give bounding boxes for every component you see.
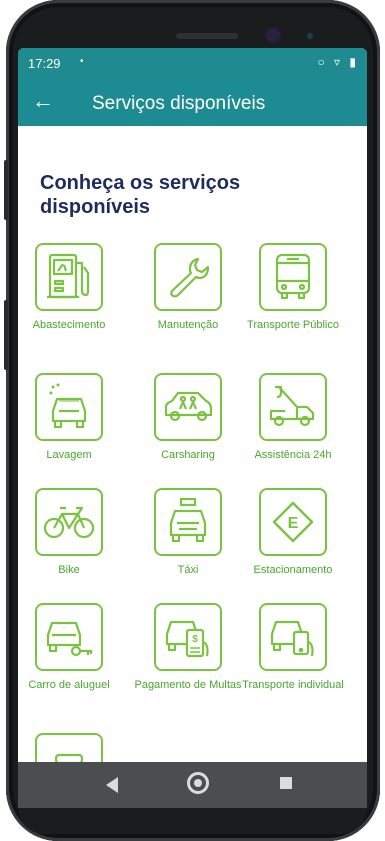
status-bar: 17:29 • ○ ▿ ▮	[18, 48, 367, 80]
service-tile-transporte-individual[interactable]: Transporte individual	[238, 603, 348, 692]
service-label: Estacionamento	[253, 564, 333, 576]
service-tile-carsharing[interactable]: Carsharing	[133, 373, 243, 462]
bottom-bezel	[18, 808, 367, 834]
status-icons: ○ ▿ ▮	[317, 55, 359, 69]
car-rental-key-icon	[35, 603, 103, 671]
android-nav-bar	[18, 762, 367, 808]
fine-payment-icon: $	[154, 603, 222, 671]
bus-icon	[259, 243, 327, 311]
service-label: Táxi	[177, 564, 199, 576]
page-title: Serviços disponíveis	[92, 93, 266, 114]
power-button	[4, 300, 8, 370]
service-tile-bike[interactable]: Bike	[18, 488, 124, 577]
service-label: Abastecimento	[32, 319, 106, 331]
service-tile-transporte-publico[interactable]: Transporte Público	[238, 243, 348, 332]
back-nav-icon[interactable]	[106, 777, 118, 793]
service-tile-carro-de-aluguel[interactable]: Carro de aluguel	[18, 603, 124, 692]
service-label: Carro de aluguel	[28, 679, 110, 691]
app-bar: ← Serviços disponíveis	[18, 80, 367, 126]
service-label: Pagamento de Multas	[134, 679, 242, 691]
service-label: Carsharing	[161, 449, 215, 461]
taxi-icon	[154, 488, 222, 556]
service-tile-assistencia-24h[interactable]: Assistência 24h	[238, 373, 348, 462]
service-label: Assistência 24h	[254, 449, 332, 461]
bicycle-icon	[35, 488, 103, 556]
parking-sign-icon: E	[259, 488, 327, 556]
service-tile-manutencao[interactable]: Manutenção	[133, 243, 243, 332]
sensor-icon	[307, 33, 313, 39]
service-label: Transporte individual	[242, 679, 344, 691]
service-label: Transporte Público	[247, 319, 339, 331]
svg-text:$: $	[192, 634, 198, 645]
top-bezel	[18, 8, 367, 52]
wrench-icon	[154, 243, 222, 311]
service-label: Manutenção	[157, 319, 219, 331]
home-nav-icon[interactable]	[187, 772, 209, 794]
service-label: Lavagem	[46, 449, 92, 461]
svg-text:E: E	[288, 515, 299, 532]
carsharing-icon	[154, 373, 222, 441]
recent-apps-icon[interactable]	[280, 777, 292, 789]
section-heading: Conheça os serviços disponíveis	[40, 172, 241, 218]
volume-button	[4, 160, 8, 220]
fuel-pump-icon	[35, 243, 103, 311]
notification-dot: •	[80, 56, 84, 67]
back-arrow-icon[interactable]: ←	[32, 89, 54, 113]
service-tile-abastecimento[interactable]: Abastecimento	[18, 243, 124, 332]
front-camera-icon	[266, 28, 280, 42]
service-label: Bike	[58, 564, 80, 576]
ride-hailing-phone-icon	[259, 603, 327, 671]
screen: 17:29 • ○ ▿ ▮ ← Serviços disponíveis Con…	[18, 48, 367, 788]
service-tile-lavagem[interactable]: Lavagem	[18, 373, 124, 462]
speaker-grille	[176, 33, 238, 39]
service-tile-taxi[interactable]: Táxi	[133, 488, 243, 577]
service-tile-estacionamento[interactable]: E Estacionamento	[238, 488, 348, 577]
status-time: 17:29	[28, 56, 61, 71]
service-tile-pagamento-de-multas[interactable]: $ Pagamento de Multas	[133, 603, 243, 692]
tow-truck-icon	[259, 373, 327, 441]
car-wash-icon	[35, 373, 103, 441]
